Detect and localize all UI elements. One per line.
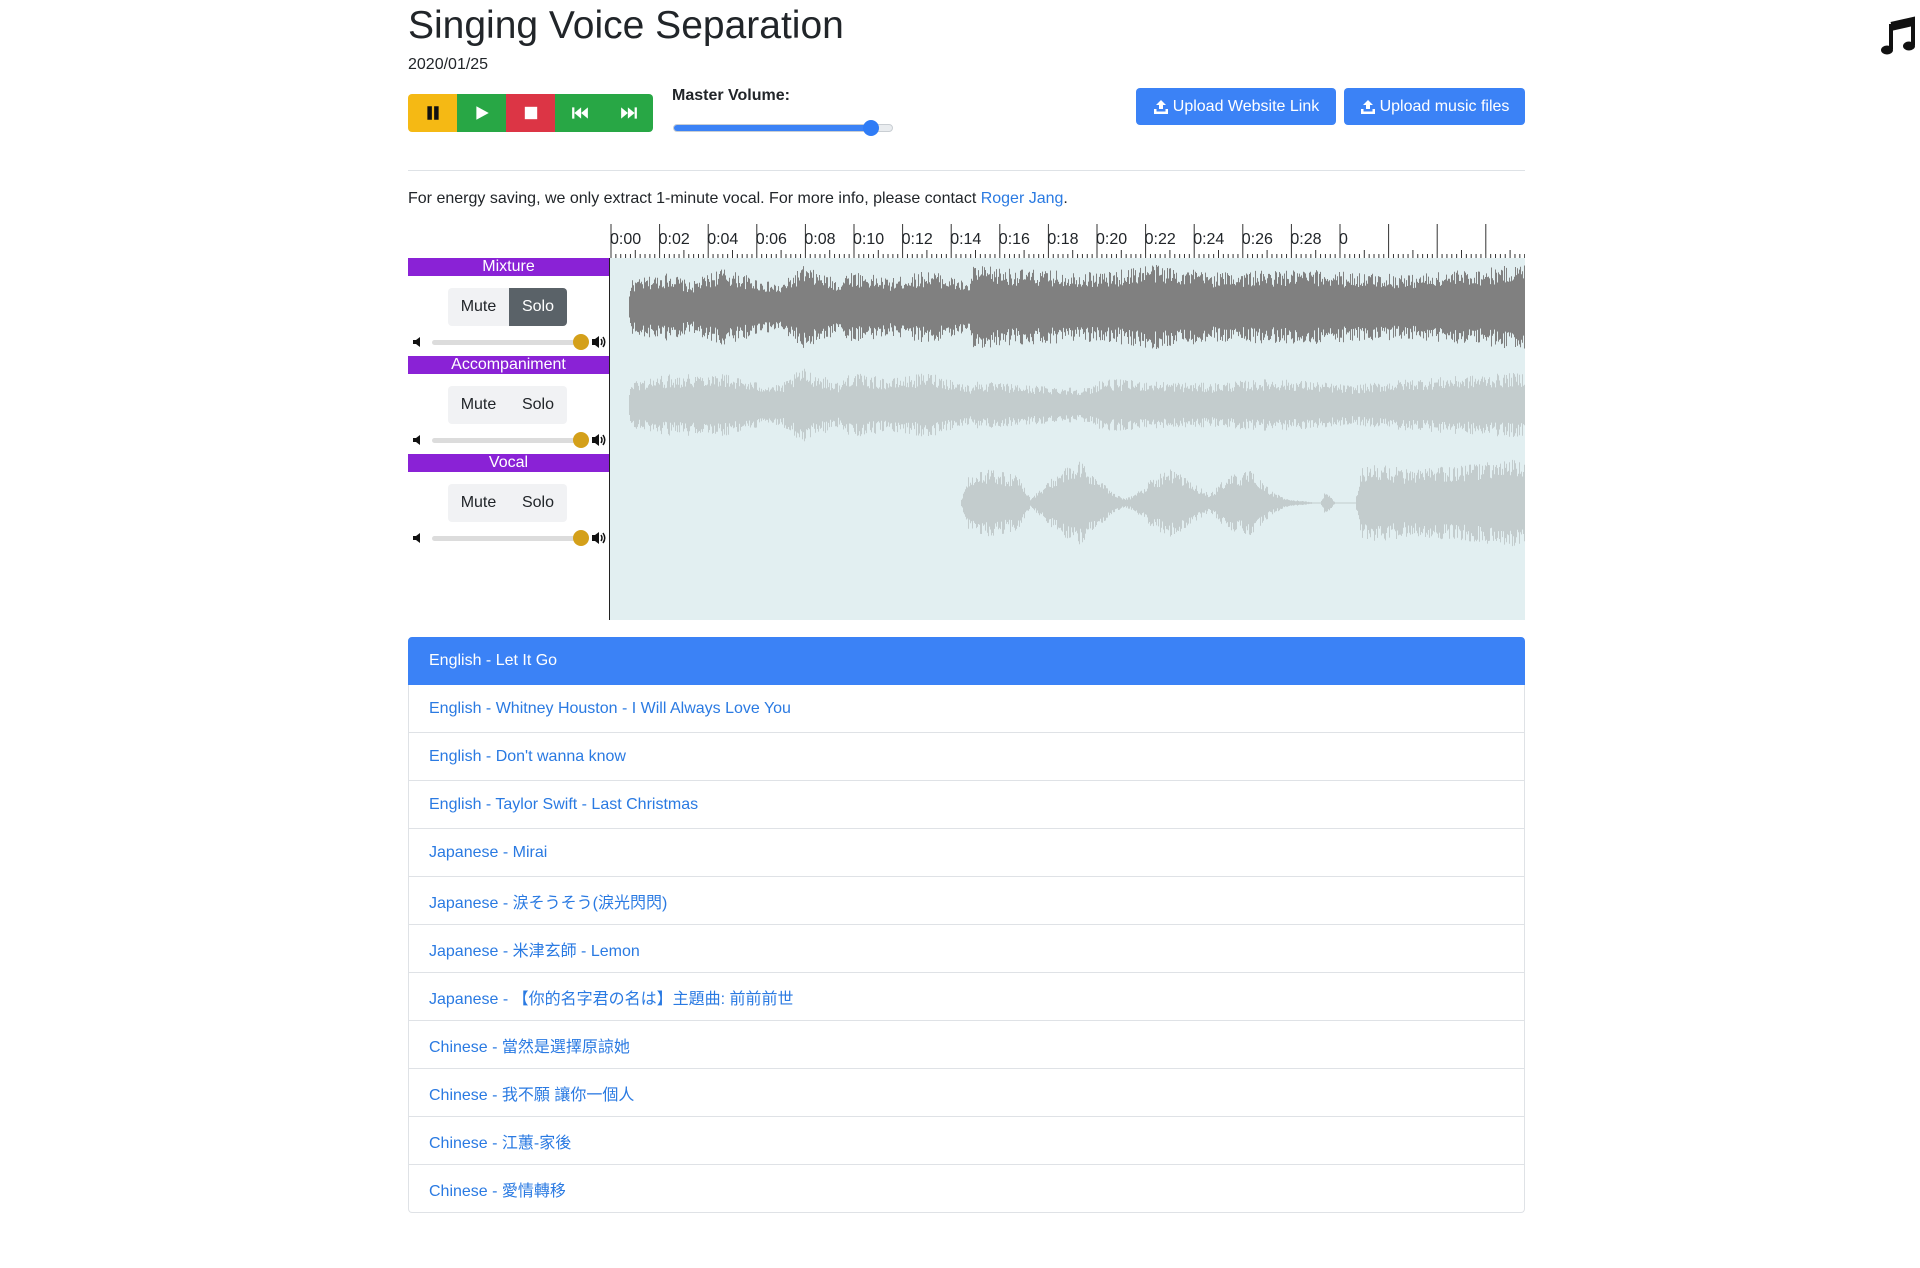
track-volume-row [412, 528, 609, 548]
song-list-item[interactable]: Japanese - 涙そうそう(淚光閃閃) [408, 877, 1525, 925]
upload-music-files-label: Upload music files [1379, 97, 1510, 115]
timeline-ruler[interactable]: 0:00 0:02 0:04 0:06 0:08 0:10 0:12 0:14 0:16 0:18… [610, 224, 1525, 258]
timeline-label: 0:24 [1193, 231, 1225, 248]
track-volume-thumb[interactable] [573, 334, 589, 350]
song-list-item[interactable]: English - Let It Go [408, 637, 1525, 685]
master-volume-thumb[interactable] [863, 120, 879, 136]
mute-button[interactable]: Mute [448, 484, 509, 522]
timeline-label: 0:02 [658, 231, 690, 248]
skip-forward-button[interactable] [604, 94, 653, 132]
song-list-item[interactable]: Chinese - 愛情轉移 [408, 1165, 1525, 1213]
page-date: 2020/01/25 [408, 56, 489, 73]
upload-website-link-label: Upload Website Link [1172, 97, 1320, 115]
upload-website-link-button[interactable]: Upload Website Link [1136, 88, 1336, 125]
info-suffix: . [1063, 190, 1068, 207]
song-list-item[interactable]: Chinese - 我不願 讓你一個人 [408, 1069, 1525, 1117]
mute-button[interactable]: Mute [448, 288, 509, 326]
tracks-panel: Mixture Mute Solo Accompaniment Mute Solo Voca… [408, 258, 1525, 620]
volume-high-icon [591, 530, 609, 546]
timeline-label: 0:20 [1096, 231, 1128, 248]
waveform-accompaniment [629, 368, 1525, 442]
skip-forward-icon [620, 107, 637, 119]
timeline-label: 0:26 [1241, 231, 1273, 248]
upload-icon [1153, 99, 1168, 114]
divider [408, 170, 1525, 171]
track-label-mixture: Mixture [408, 258, 609, 276]
song-list-item[interactable]: Chinese - 當然是選擇原諒她 [408, 1021, 1525, 1069]
info-text: For energy saving, we only extract 1-min… [408, 189, 1068, 209]
waveform-vocal [961, 459, 1525, 547]
timeline-label: 0:10 [853, 231, 885, 248]
solo-button[interactable]: Solo [509, 386, 567, 424]
track-volume-thumb[interactable] [573, 530, 589, 546]
song-list-item[interactable]: Chinese - 江蕙-家後 [408, 1117, 1525, 1165]
timeline-label: 0:28 [1290, 231, 1322, 248]
volume-low-icon [412, 531, 426, 545]
track-volume-slider[interactable] [432, 536, 582, 541]
page-title: Singing Voice Separation [408, 4, 844, 47]
timeline-label: 0:22 [1144, 231, 1176, 248]
song-list-item[interactable]: Japanese - 【你的名字君の名は】主題曲: 前前前世 [408, 973, 1525, 1021]
track-volume-thumb[interactable] [573, 432, 589, 448]
volume-low-icon [412, 433, 426, 447]
transport-controls [408, 94, 653, 132]
playhead [609, 258, 610, 620]
timeline-label: 0:00 [610, 231, 642, 248]
track-volume-slider[interactable] [432, 438, 582, 443]
mute-button[interactable]: Mute [448, 386, 509, 424]
song-list: English - Let It Go English - Whitney Hou… [408, 637, 1525, 1213]
stop-button[interactable] [506, 94, 555, 132]
timeline-label: 0:16 [998, 231, 1030, 248]
timeline-label: 0:04 [707, 231, 739, 248]
volume-high-icon [591, 432, 609, 448]
track-label-vocal: Vocal [408, 454, 609, 472]
timeline-label: 0 [1339, 231, 1348, 248]
timeline-label: 0:14 [950, 231, 982, 248]
contact-link[interactable]: Roger Jang [981, 190, 1064, 207]
pause-icon [426, 106, 439, 120]
skip-back-button[interactable] [555, 94, 604, 132]
volume-low-icon [412, 335, 426, 349]
upload-music-files-button[interactable]: Upload music files [1344, 88, 1525, 125]
volume-high-icon [591, 334, 609, 350]
track-volume-row [412, 430, 609, 450]
skip-back-icon [571, 107, 588, 119]
solo-button[interactable]: Solo [509, 484, 567, 522]
song-list-item[interactable]: Japanese - 米津玄師 - Lemon [408, 925, 1525, 973]
waveforms [629, 265, 1525, 547]
play-button[interactable] [457, 94, 506, 132]
pause-button[interactable] [408, 94, 457, 132]
master-volume-label: Master Volume: [672, 87, 790, 104]
song-list-item[interactable]: English - Whitney Houston - I Will Alway… [408, 685, 1525, 733]
song-list-item[interactable]: English - Taylor Swift - Last Christmas [408, 781, 1525, 829]
timeline-label: 0:18 [1047, 231, 1079, 248]
timeline-label: 0:08 [804, 231, 836, 248]
timeline-label: 0:12 [901, 231, 933, 248]
mute-solo-group: Mute Solo [448, 484, 567, 522]
waveform-mixture [629, 265, 1525, 349]
song-list-item[interactable]: English - Don't wanna know [408, 733, 1525, 781]
track-controls: Mixture Mute Solo Accompaniment Mute Solo Voca… [408, 258, 609, 620]
music-note-icon [1881, 16, 1915, 55]
song-list-item[interactable]: Japanese - Mirai [408, 829, 1525, 877]
mute-solo-group: Mute Solo [448, 288, 567, 326]
timeline-label: 0:06 [755, 231, 787, 248]
upload-icon [1360, 99, 1375, 114]
master-volume-fill [674, 125, 872, 131]
track-volume-row [412, 332, 609, 352]
info-message: For energy saving, we only extract 1-min… [408, 190, 981, 207]
stop-icon [524, 106, 537, 120]
solo-button[interactable]: Solo [509, 288, 567, 326]
play-icon [475, 106, 489, 120]
master-volume-slider[interactable] [673, 124, 893, 132]
track-volume-slider[interactable] [432, 340, 582, 345]
mute-solo-group: Mute Solo [448, 386, 567, 424]
track-label-accompaniment: Accompaniment [408, 356, 609, 374]
